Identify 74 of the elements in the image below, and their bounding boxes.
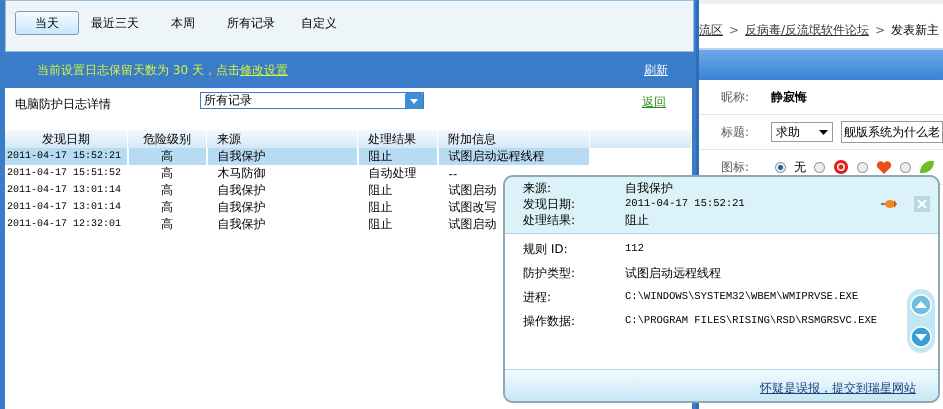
tab[interactable]: 自定义 [287, 11, 351, 35]
table-cell[interactable]: 2011-04-17 15:52:21 [5, 148, 128, 165]
column-header[interactable]: 处理结果 [358, 130, 438, 148]
column-header[interactable]: 附加信息 [438, 130, 590, 148]
table-cell[interactable]: 自动处理 [358, 165, 438, 182]
radio-button[interactable] [857, 162, 868, 172]
field-value: 试图启动远程线程 [625, 264, 721, 282]
table-cell[interactable]: 自我保护 [206, 148, 358, 165]
log-title: 电脑防护日志详情 [15, 96, 112, 113]
field-value: 阻止 [625, 212, 649, 228]
current-page-title: 发表新主 [891, 22, 940, 38]
table-cell[interactable]: 2011-04-17 12:32:01 [5, 216, 128, 233]
field-label: 发现日期: [523, 196, 576, 212]
table-cell[interactable]: 阻止 [358, 182, 438, 199]
column-header[interactable]: 来源 [206, 130, 358, 148]
report-link[interactable]: 怀疑是误报，提交到瑞星网站 [760, 380, 916, 397]
field-label: 规则 ID: [523, 240, 569, 258]
field-value: 自我保护 [625, 180, 673, 196]
radio-button[interactable] [814, 162, 825, 172]
scroll-down-icon[interactable] [910, 326, 932, 348]
filter-dropdown[interactable]: 所有记录 [200, 92, 424, 109]
refresh-link[interactable]: 刷新 [644, 62, 668, 78]
subject-field[interactable]: 舰版系统为什么老 [841, 121, 943, 143]
table-cell[interactable]: 高 [128, 165, 206, 182]
table-cell[interactable]: 高 [128, 182, 206, 199]
breadcrumb-link[interactable]: 流区 [699, 22, 723, 38]
heart-icon [876, 160, 892, 174]
table-cell[interactable]: 2011-04-17 15:51:52 [5, 165, 128, 182]
table-cell[interactable]: 高 [128, 216, 206, 233]
field-label: 防护类型: [523, 264, 576, 282]
field-value: 112 [625, 243, 644, 255]
breadcrumb-separator: > [875, 23, 886, 37]
table-cell[interactable]: 木马防御 [206, 165, 358, 182]
table-cell[interactable]: 阻止 [358, 216, 438, 233]
table-cell[interactable]: 自我保护 [206, 216, 358, 233]
table-cell[interactable]: 阻止 [358, 148, 438, 165]
pushpin-icon[interactable] [880, 199, 898, 209]
option-label: 无 [794, 158, 806, 176]
table-cell[interactable]: 2011-04-17 13:01:14 [5, 199, 128, 216]
tab[interactable]: 当天 [15, 11, 79, 35]
field-label: 处理结果: [523, 212, 576, 228]
column-header[interactable]: 发现日期 [5, 130, 128, 148]
nickname-label: 昵称: [721, 88, 750, 106]
leaf-icon [919, 159, 935, 175]
field-label: 操作数据: [523, 312, 576, 330]
retention-notice: 当前设置日志保留天数为 30 天，点击修改设置 [37, 62, 288, 78]
back-link[interactable]: 返回 [642, 94, 666, 111]
icon-label: 图标: [721, 158, 750, 176]
table-cell[interactable]: 阻止 [358, 199, 438, 216]
tab[interactable]: 所有记录 [219, 11, 283, 35]
radio-button[interactable] [900, 162, 911, 172]
close-button[interactable] [914, 196, 930, 212]
radio-button[interactable] [775, 162, 786, 172]
breadcrumb-link[interactable]: 反病毒/反流氓软件论坛 [745, 22, 870, 38]
table-cell[interactable]: 自我保护 [206, 199, 358, 216]
field-label: 进程: [523, 288, 552, 306]
field-value: C:\PROGRAM FILES\RISING\RSD\RSMGRSVC.EXE [625, 315, 878, 327]
table-cell[interactable]: 试图启动远程线程 [438, 148, 590, 165]
category-dropdown[interactable]: 求助 [771, 122, 833, 142]
scroll-up-icon[interactable] [910, 294, 932, 316]
field-value: C:\WINDOWS\SYSTEM32\WBEM\WMIPRVSE.EXE [625, 291, 858, 303]
nickname-value: 静寂悔 [771, 88, 807, 106]
tab[interactable]: 最近三天 [83, 11, 147, 35]
breadcrumb-separator: > [729, 23, 740, 37]
column-header[interactable]: 危险级别 [128, 130, 206, 148]
field-value: 2011-04-17 15:52:21 [625, 198, 745, 210]
table-cell[interactable]: 自我保护 [206, 182, 358, 199]
table-cell[interactable]: 高 [128, 199, 206, 216]
field-label: 来源: [523, 180, 552, 196]
subject-label: 标题: [721, 124, 750, 140]
table-cell[interactable]: 高 [128, 148, 206, 165]
caret-icon [819, 130, 828, 134]
table-cell[interactable]: 2011-04-17 13:01:14 [5, 182, 128, 199]
tab[interactable]: 本周 [151, 11, 215, 35]
